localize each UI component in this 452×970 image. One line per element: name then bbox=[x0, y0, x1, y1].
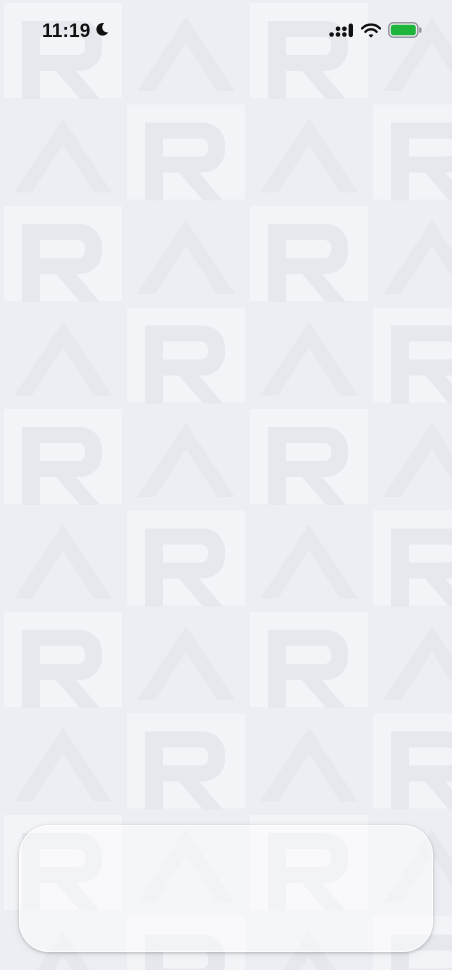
pattern-tile-a bbox=[14, 321, 112, 396]
pattern-tile-r bbox=[373, 104, 452, 201]
pattern-tile-r bbox=[373, 307, 452, 404]
pattern-tile-a bbox=[14, 524, 112, 599]
pattern-tile-a bbox=[14, 118, 112, 193]
pattern-tile-r bbox=[4, 409, 122, 505]
clock-time: 11:19 bbox=[42, 21, 91, 42]
pattern-tile-r bbox=[127, 307, 245, 404]
pattern-tile-a bbox=[383, 220, 452, 294]
crescent-moon-icon bbox=[95, 22, 109, 42]
wifi-icon bbox=[360, 22, 382, 43]
pattern-tile-r bbox=[127, 510, 245, 607]
pattern-tile-r bbox=[127, 104, 245, 201]
pattern-tile-a bbox=[137, 220, 235, 294]
pattern-tile-a bbox=[383, 423, 452, 497]
status-icons bbox=[329, 22, 422, 43]
pattern-tile-r bbox=[250, 206, 368, 302]
status-bar: 11:19 bbox=[0, 0, 452, 66]
pattern-tile-a bbox=[383, 626, 452, 700]
pattern-tile-r bbox=[250, 409, 368, 505]
bottom-panel bbox=[19, 825, 433, 952]
time-group: 11:19 bbox=[42, 21, 109, 43]
pattern-tile-r bbox=[373, 510, 452, 607]
pattern-tile-r bbox=[250, 612, 368, 708]
pattern-tile-r bbox=[373, 713, 452, 810]
pattern-tile-a bbox=[260, 727, 358, 802]
cellular-signal-icon bbox=[329, 23, 354, 43]
pattern-tile-a bbox=[14, 727, 112, 802]
pattern-tile-r bbox=[127, 713, 245, 810]
battery-icon bbox=[388, 22, 422, 43]
pattern-tile-r bbox=[4, 612, 122, 708]
pattern-tile-a bbox=[260, 524, 358, 599]
pattern-tile-a bbox=[137, 423, 235, 497]
pattern-tile-a bbox=[260, 118, 358, 193]
pattern-tile-a bbox=[260, 321, 358, 396]
pattern-tile-a bbox=[137, 626, 235, 700]
pattern-tile-r bbox=[4, 206, 122, 302]
